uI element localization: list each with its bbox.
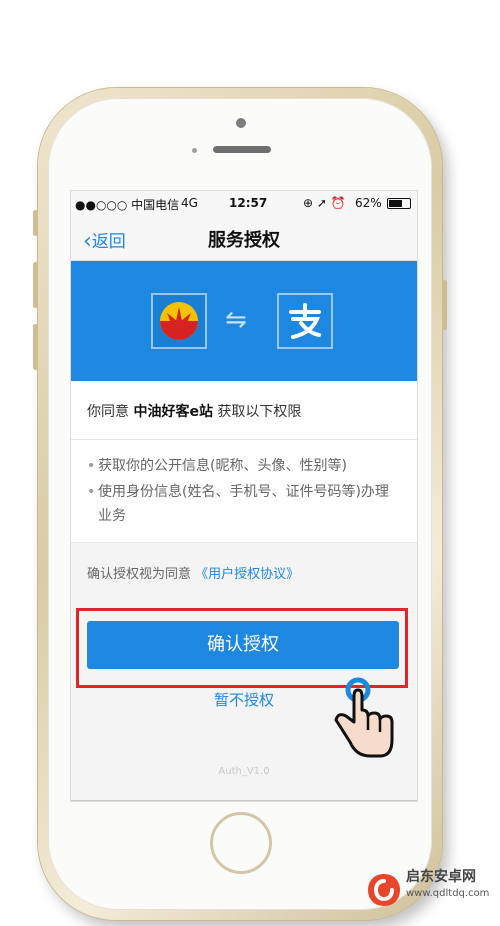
status-icons: ⊕ ➚ ⏰ [303,196,346,210]
bullet-icon: • [87,458,96,474]
network-type: 4G [181,196,198,210]
cnpc-logo [151,293,207,349]
watermark-name: 启东安卓网 [406,869,476,885]
volume-up-button [33,262,38,308]
watermark-url: www.qdltdq.com [406,888,490,899]
power-button [442,280,447,330]
permission-text: 获取你的公开信息(昵称、头像、性别等) [98,458,347,474]
protocol-row: 确认授权视为同意 《用户授权协议》 [71,543,417,582]
user-agreement-link[interactable]: 《用户授权协议》 [195,567,299,582]
auth-banner: ⇋ [71,261,417,381]
nav-bar: ‹返回 服务授权 [71,215,417,261]
swap-icon: ⇋ [225,305,247,335]
battery-icon [387,198,411,209]
permission-list: • 获取你的公开信息(昵称、头像、性别等) • 使用身份信息(姓名、手机号、证件… [71,440,417,543]
protocol-prefix: 确认授权视为同意 [87,567,192,582]
permission-item: • 获取你的公开信息(昵称、头像、性别等) [87,454,401,478]
bullet-icon: • [87,484,96,500]
clock: 12:57 [229,196,268,210]
agreement-prefix: 你同意 [87,404,129,420]
agreement-row: 你同意 中油好客e站 获取以下权限 [71,381,417,440]
earpiece-speaker [213,146,271,153]
status-bar: ●●○○○ 中国电信 4G 12:57 ⊕ ➚ ⏰ 62% [71,191,417,215]
volume-down-button [33,324,38,370]
watermark: 启东安卓网 www.qdltdq.com [362,862,500,922]
watermark-logo-icon [368,874,400,906]
divider [71,800,417,801]
alipay-logo [277,293,333,349]
app-name: 中油好客e站 [133,404,213,420]
permission-item: • 使用身份信息(姓名、手机号、证件号码等)办理业务 [87,480,401,528]
home-button[interactable] [210,812,272,874]
proximity-sensor [192,148,197,153]
page-title: 服务授权 [208,230,280,251]
front-camera [236,118,246,128]
permission-text: 使用身份信息(姓名、手机号、证件号码等)办理业务 [98,484,389,524]
tap-hand-icon [326,676,398,764]
battery-percent: 62% [355,196,382,210]
version-label: Auth_V1.0 [218,766,270,777]
mute-switch [33,210,38,236]
carrier: ●●○○○ 中国电信 [75,198,180,212]
agreement-suffix: 获取以下权限 [217,404,302,420]
